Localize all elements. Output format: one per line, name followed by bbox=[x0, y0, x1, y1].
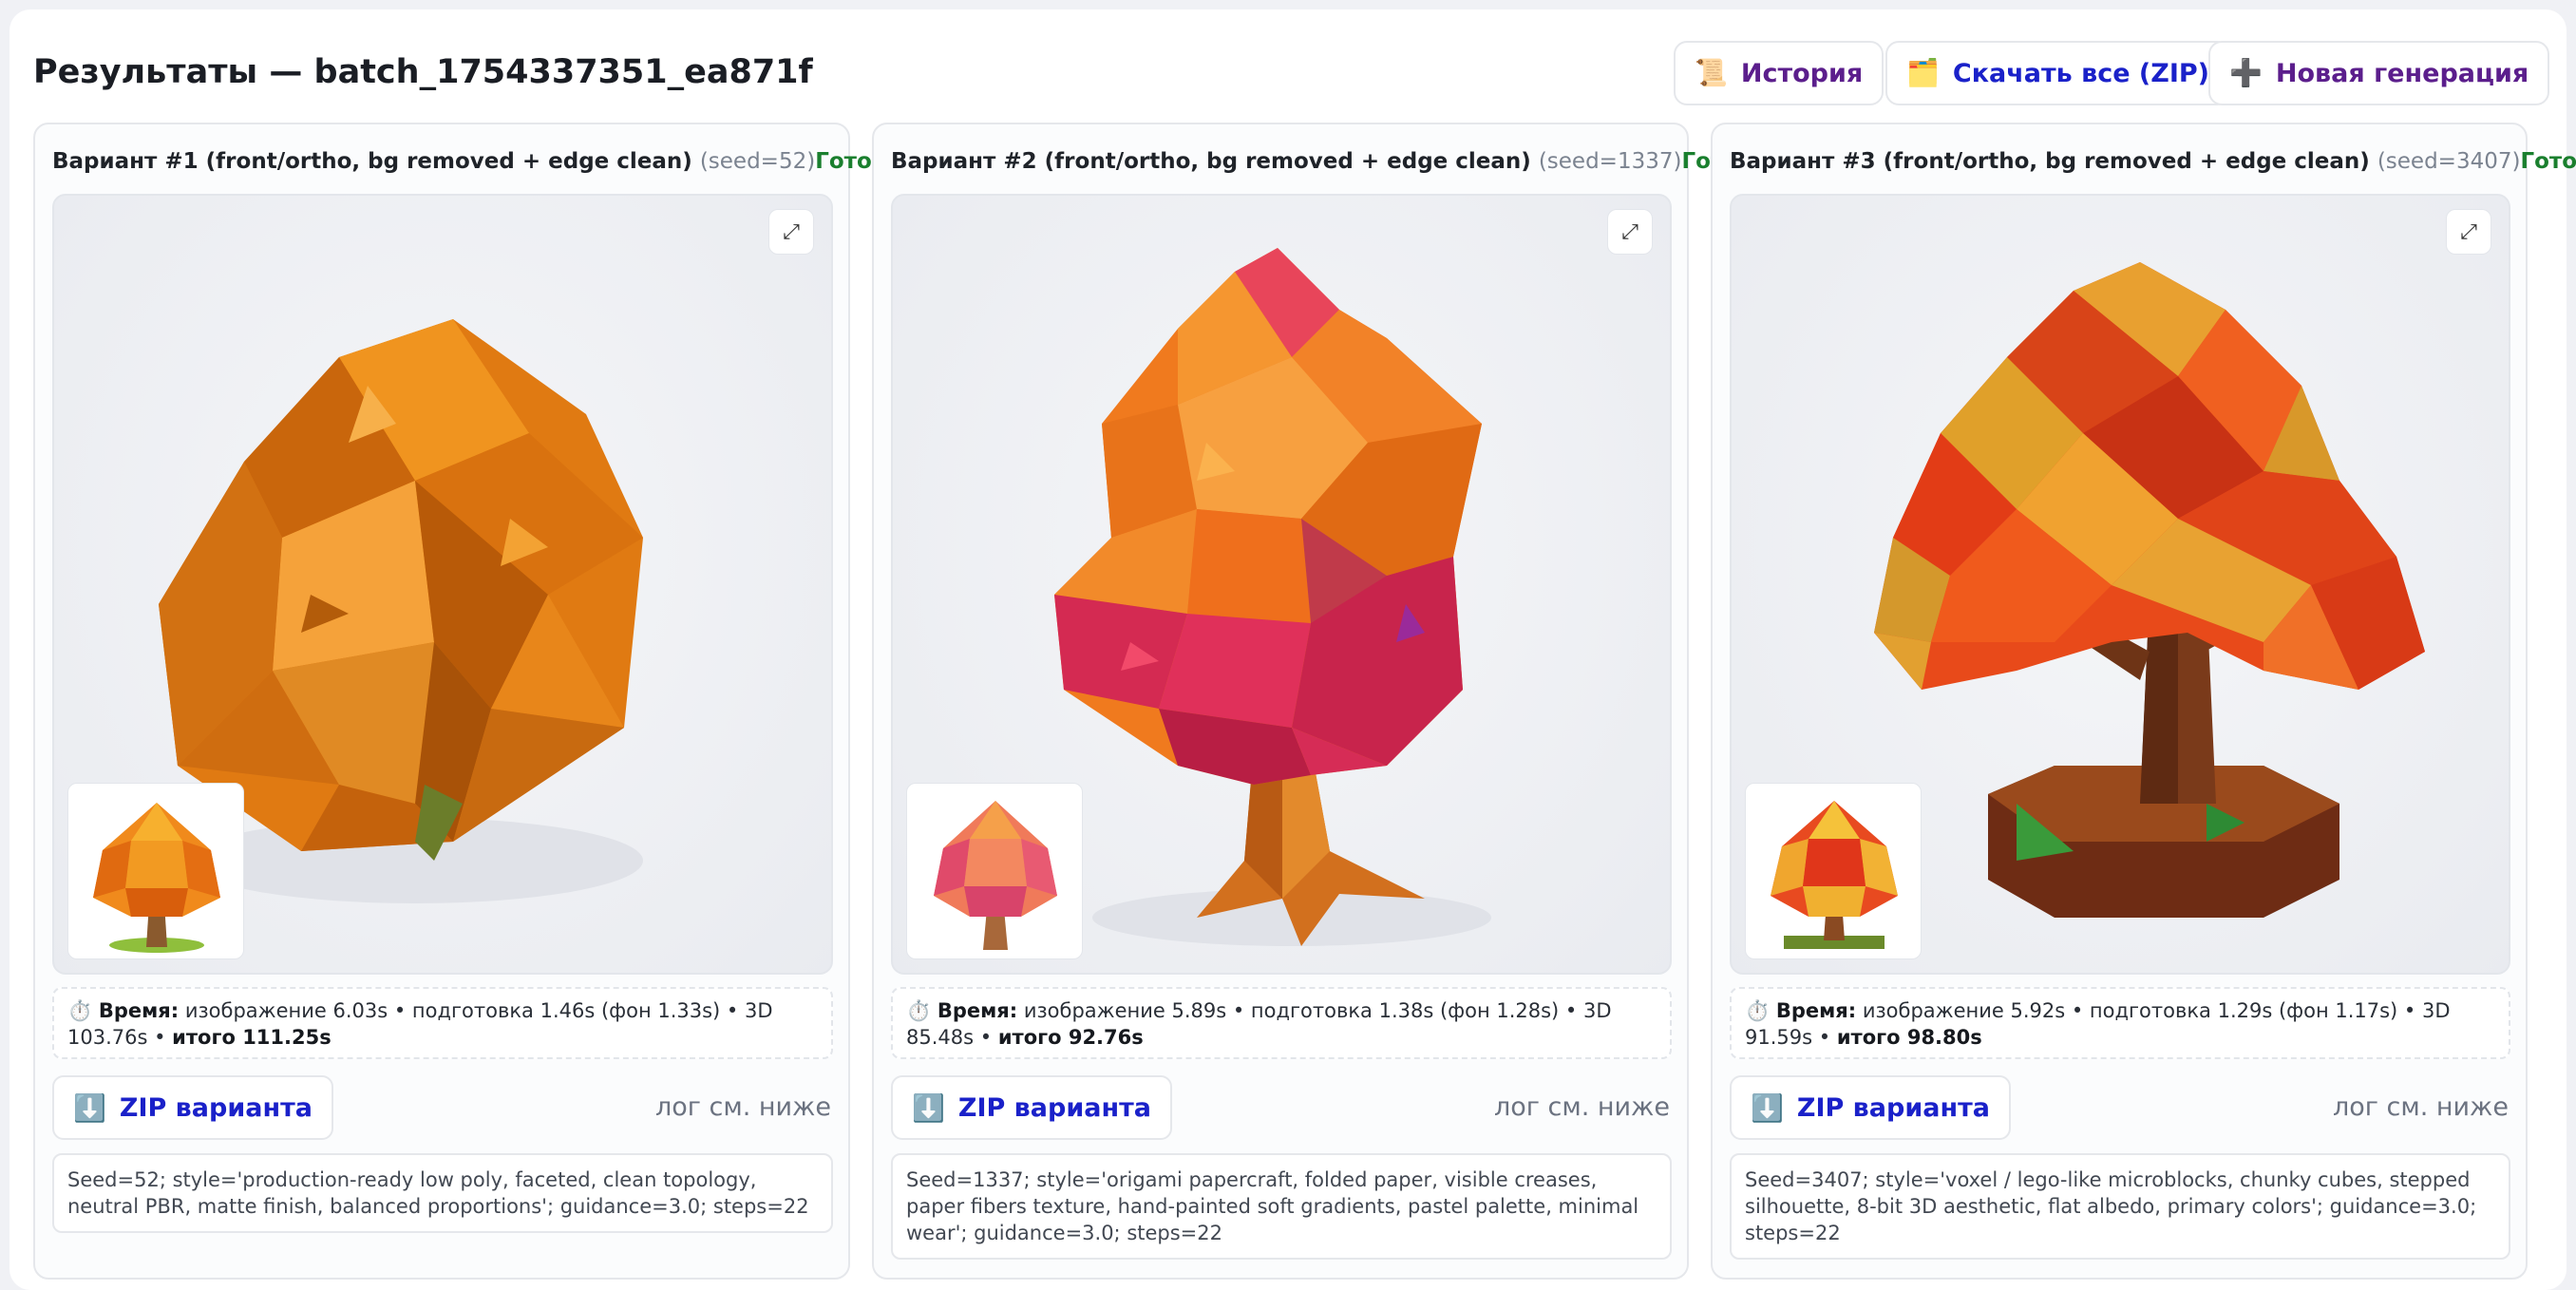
source-image-thumbnail[interactable] bbox=[67, 783, 244, 959]
new-generation-button[interactable]: ➕ Новая генерация bbox=[2208, 41, 2550, 105]
timing-total: итого 98.80s bbox=[1836, 1026, 1982, 1049]
variant-zip-label: ZIP варианта bbox=[119, 1092, 313, 1123]
source-image-thumbnail[interactable] bbox=[906, 783, 1083, 959]
source-image-thumbnail[interactable] bbox=[1745, 783, 1922, 959]
history-button-label: История bbox=[1740, 58, 1864, 88]
tree-thumbnail-image bbox=[93, 803, 220, 953]
expand-icon[interactable]: ⤢ bbox=[768, 209, 814, 255]
tree-thumbnail-image bbox=[1771, 801, 1898, 949]
variant-seed-tag: (seed=1337) bbox=[1538, 149, 1682, 174]
variant-zip-button[interactable]: ⬇️ ZIP варианта bbox=[52, 1075, 333, 1140]
variant-zip-label: ZIP варианта bbox=[957, 1092, 1151, 1123]
timer-icon: ⏱️ bbox=[1745, 999, 1771, 1022]
model-preview[interactable]: ⤢ bbox=[891, 194, 1672, 975]
page-title: Результаты — batch_1754337351_ea871f bbox=[33, 53, 813, 91]
results-page: Результаты — batch_1754337351_ea871f 📜 И… bbox=[9, 9, 2576, 1290]
timing-label: Время: bbox=[98, 999, 180, 1022]
log-hint: лог см. ниже bbox=[654, 1092, 831, 1122]
variant-header: Вариант #2 (front/ortho, bg removed + ed… bbox=[891, 145, 1767, 178]
model-preview[interactable]: ⤢ bbox=[52, 194, 833, 975]
variant-zip-button[interactable]: ⬇️ ZIP варианта bbox=[891, 1075, 1172, 1140]
new-generation-label: Новая генерация bbox=[2275, 58, 2529, 88]
variant-seed-tag: (seed=3407) bbox=[2377, 149, 2521, 174]
timing-summary: ⏱️ Время: изображение 6.03s • подготовка… bbox=[52, 987, 833, 1059]
expand-icon[interactable]: ⤢ bbox=[1607, 209, 1653, 255]
download-all-zip-label: Скачать все (ZIP) bbox=[1952, 58, 2210, 88]
log-hint: лог см. ниже bbox=[1493, 1092, 1670, 1122]
history-button[interactable]: 📜 История bbox=[1674, 41, 1885, 105]
variant-card-3: Вариант #3 (front/ortho, bg removed + ed… bbox=[1711, 123, 2576, 1280]
variant-header: Вариант #3 (front/ortho, bg removed + ed… bbox=[1730, 145, 2576, 178]
variant-title-text: Вариант #3 (front/ortho, bg removed + ed… bbox=[1730, 149, 2370, 174]
model-preview[interactable]: ⤢ bbox=[1730, 194, 2510, 975]
timing-total: итого 111.25s bbox=[172, 1026, 331, 1049]
generation-params: Seed=52; style='production-ready low pol… bbox=[52, 1153, 833, 1233]
timer-icon: ⏱️ bbox=[906, 999, 932, 1022]
download-all-zip-button[interactable]: 🗂️ Скачать все (ZIP) bbox=[1885, 41, 2231, 105]
variant-seed-tag: (seed=52) bbox=[699, 149, 816, 174]
timing-summary: ⏱️ Время: изображение 5.92s • подготовка… bbox=[1730, 987, 2510, 1059]
variant-card-1: Вариант #1 (front/ortho, bg removed + ed… bbox=[33, 123, 900, 1280]
log-hint: лог см. ниже bbox=[2332, 1092, 2509, 1122]
variant-title: Вариант #3 (front/ortho, bg removed + ed… bbox=[1730, 149, 2520, 174]
timing-label: Время: bbox=[1775, 999, 1857, 1022]
variant-title-text: Вариант #1 (front/ortho, bg removed + ed… bbox=[52, 149, 692, 174]
variant-title-text: Вариант #2 (front/ortho, bg removed + ed… bbox=[891, 149, 1531, 174]
generation-params: Seed=1337; style='origami papercraft, fo… bbox=[891, 1153, 1672, 1260]
plus-icon: ➕ bbox=[2229, 57, 2263, 88]
variant-header: Вариант #1 (front/ortho, bg removed + ed… bbox=[52, 145, 900, 178]
card-index-dividers-icon: 🗂️ bbox=[1906, 57, 1940, 88]
timing-total: итого 92.76s bbox=[997, 1026, 1144, 1049]
variant-zip-button[interactable]: ⬇️ ZIP варианта bbox=[1730, 1075, 2011, 1140]
download-arrow-icon: ⬇️ bbox=[912, 1091, 945, 1124]
timer-icon: ⏱️ bbox=[67, 999, 93, 1022]
expand-icon[interactable]: ⤢ bbox=[2446, 209, 2491, 255]
variant-title: Вариант #1 (front/ortho, bg removed + ed… bbox=[52, 149, 815, 174]
download-arrow-icon: ⬇️ bbox=[1751, 1091, 1784, 1124]
scroll-icon: 📜 bbox=[1695, 57, 1728, 88]
variant-title: Вариант #2 (front/ortho, bg removed + ed… bbox=[891, 149, 1681, 174]
tree-thumbnail-image bbox=[934, 801, 1057, 950]
timing-label: Время: bbox=[937, 999, 1018, 1022]
status-badge: Готово bbox=[2520, 149, 2576, 174]
timing-summary: ⏱️ Время: изображение 5.89s • подготовка… bbox=[891, 987, 1672, 1059]
download-arrow-icon: ⬇️ bbox=[73, 1091, 106, 1124]
variant-zip-label: ZIP варианта bbox=[1796, 1092, 1990, 1123]
variant-card-2: Вариант #2 (front/ortho, bg removed + ed… bbox=[872, 123, 1767, 1280]
generation-params: Seed=3407; style='voxel / lego-like micr… bbox=[1730, 1153, 2510, 1260]
